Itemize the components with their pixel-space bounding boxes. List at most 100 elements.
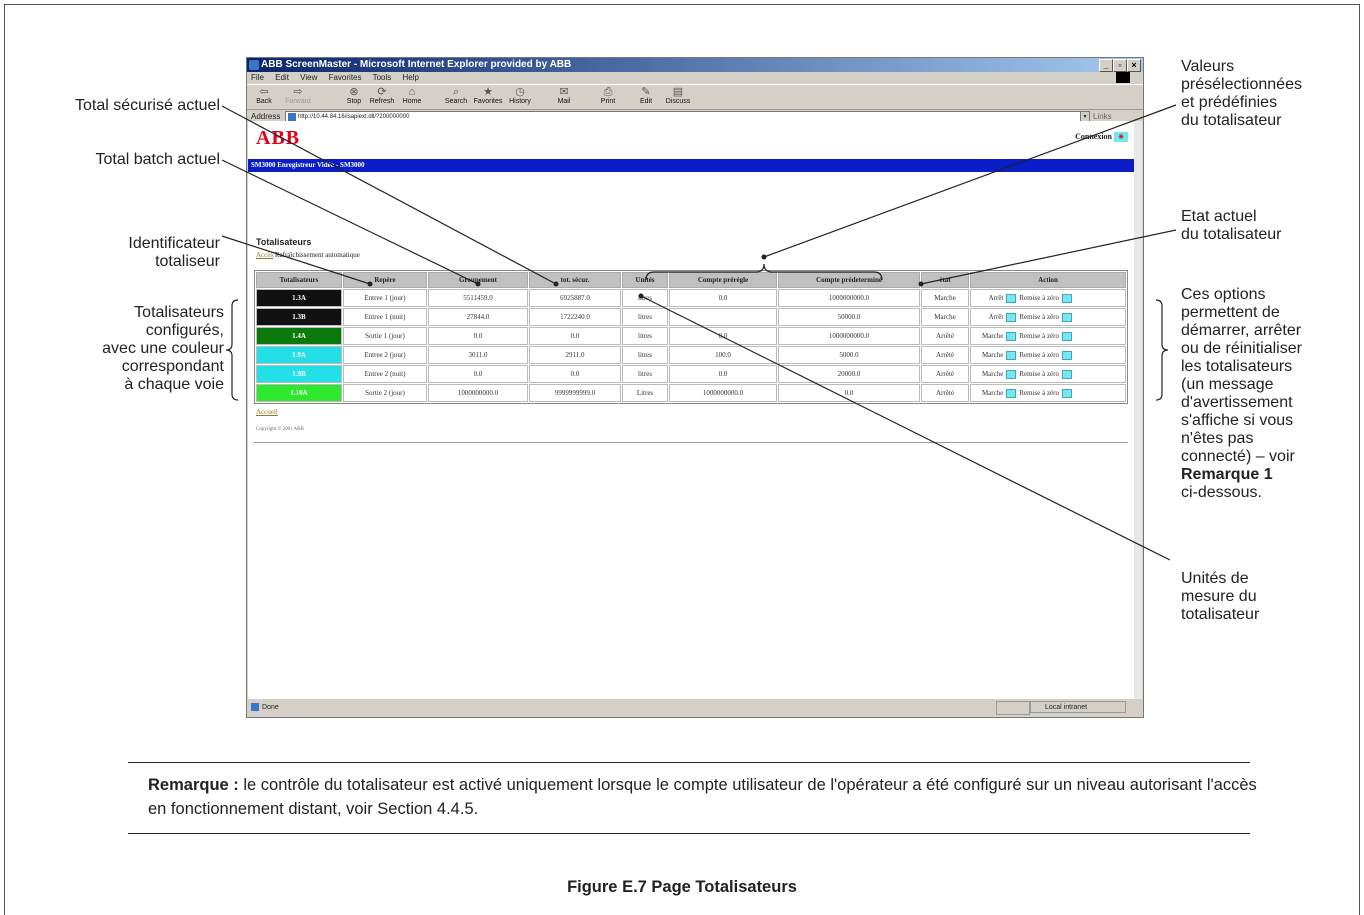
forward-button[interactable]: ⇨ Forward [283, 86, 313, 105]
predetermine-cell: 1000000000.0 [778, 289, 920, 307]
reset-button[interactable] [1062, 331, 1072, 341]
start-stop-button[interactable] [1006, 388, 1017, 398]
repere-cell: Sortie 2 (jour) [343, 384, 427, 402]
home-button[interactable]: ⌂ Home [397, 86, 427, 105]
note-rule-top [128, 762, 1250, 763]
totalisateur-id: 1.3A [256, 289, 342, 307]
status-text: Done [262, 704, 279, 711]
note-text: le contrôle du totalisateur est activé u… [148, 776, 1257, 818]
start-stop-label: Marche [981, 388, 1004, 397]
history-icon: ◷ [515, 86, 525, 98]
tot-securise-cell: 0.0 [529, 327, 621, 345]
start-stop-button[interactable] [1006, 369, 1017, 379]
scrollbar[interactable] [1134, 121, 1142, 699]
search-button[interactable]: ⌕ Search [441, 86, 471, 105]
col-header: état [921, 272, 969, 288]
edit-icon: ✎ [641, 86, 651, 98]
action-cell: Marche Remise à zéro [970, 365, 1126, 383]
print-icon: ⎙ [603, 86, 613, 98]
start-stop-button[interactable] [1006, 350, 1017, 360]
annotation-options: Ces options permettent de démarrer, arrê… [1181, 286, 1302, 501]
start-stop-button[interactable] [1006, 331, 1017, 341]
tot-securise-cell: 0.0 [529, 365, 621, 383]
reset-label: Remise à zéro [1019, 388, 1059, 397]
reset-button[interactable] [1062, 369, 1072, 379]
start-stop-button[interactable] [1006, 312, 1017, 322]
copyright: Copyright © 2001 ABB [256, 427, 304, 432]
menu-edit[interactable]: Edit [275, 73, 289, 82]
refresh-icon: ⟳ [377, 86, 387, 98]
annotation-unites: Unités de mesure du totalisateur [1181, 570, 1260, 623]
action-cell: Arrêt Remise à zéro [970, 308, 1126, 326]
maximize-button[interactable]: ▫ [1113, 59, 1127, 72]
reset-button[interactable] [1062, 388, 1072, 398]
status-bar: Done Local intranet [248, 700, 1142, 715]
acces-link[interactable]: Accès [256, 251, 273, 259]
etat-cell: Arrêté [921, 327, 969, 345]
reset-button[interactable] [1062, 312, 1072, 322]
action-cell: Arrêt Remise à zéro [970, 289, 1126, 307]
etat-cell: Arrêté [921, 365, 969, 383]
start-stop-label: Arrêt [988, 312, 1004, 321]
menu-help[interactable]: Help [403, 73, 419, 82]
predetermine-cell: 1000000000.0 [778, 327, 920, 345]
totalisateur-id: 1.3B [256, 308, 342, 326]
minimize-button[interactable]: _ [1099, 59, 1113, 72]
abb-logo: ABB [256, 127, 301, 149]
accueil-link[interactable]: Accueil [256, 408, 278, 416]
menu-file[interactable]: File [251, 73, 264, 82]
back-button[interactable]: ⇦ Back [249, 86, 279, 105]
predetermine-cell: 5000.0 [778, 346, 920, 364]
preregle-cell: 100.0 [669, 346, 777, 364]
reset-label: Remise à zéro [1019, 350, 1059, 359]
reset-button[interactable] [1062, 293, 1072, 303]
reset-label: Remise à zéro [1019, 293, 1059, 302]
start-stop-label: Marche [981, 369, 1004, 378]
unites-cell: litres [622, 327, 668, 345]
refresh-button[interactable]: ⟳ Refresh [367, 86, 397, 105]
reset-label: Remise à zéro [1019, 369, 1059, 378]
stop-button[interactable]: ⊗ Stop [339, 86, 369, 105]
print-button[interactable]: ⎙ Print [593, 86, 623, 105]
forward-icon: ⇨ [293, 86, 303, 98]
annotation-total-batch: Total batch actuel [95, 151, 220, 168]
preregle-cell: 1000000000.0 [669, 384, 777, 402]
sub-links: Accès Rafraîchissement automatique [256, 251, 360, 259]
etat-cell: Marche [921, 308, 969, 326]
close-button[interactable]: × [1127, 59, 1141, 72]
search-icon: ⌕ [452, 86, 460, 98]
action-cell: Marche Remise à zéro [970, 327, 1126, 345]
discuss-button[interactable]: ▤ Discuss [663, 86, 693, 105]
edit-button[interactable]: ✎ Edit [631, 86, 661, 105]
mail-icon: ✉ [559, 86, 569, 98]
reset-button[interactable] [1062, 350, 1072, 360]
remarque-note: Remarque : le contrôle du totalisateur e… [148, 773, 1258, 821]
mail-button[interactable]: ✉ Mail [549, 86, 579, 105]
window-title: ABB ScreenMaster - Microsoft Internet Ex… [261, 59, 572, 70]
browser-window: ABB ScreenMaster - Microsoft Internet Ex… [246, 57, 1144, 718]
page-title: Totalisateurs [256, 237, 312, 247]
col-header: Groupement [428, 272, 528, 288]
tot-securise-cell: 6925887.0 [529, 289, 621, 307]
favorites-button[interactable]: ★ Favorites [473, 86, 503, 105]
col-header: Unités [622, 272, 668, 288]
connexion-icon: ✳ [1114, 132, 1128, 143]
start-stop-button[interactable] [1006, 293, 1017, 303]
preregle-cell [669, 308, 777, 326]
menu-view[interactable]: View [300, 73, 317, 82]
preregle-cell: 0.0 [669, 289, 777, 307]
table-row: 1.4A Sortie 1 (jour) 0.0 0.0 litres 0.0 100000… [256, 327, 1126, 345]
action-cell: Marche Remise à zéro [970, 346, 1126, 364]
menu-tools[interactable]: Tools [373, 73, 392, 82]
connexion-link[interactable]: Connexion ✳ [1075, 132, 1128, 143]
col-header: Repère [343, 272, 427, 288]
etat-cell: Arrêté [921, 384, 969, 402]
col-header: Action [970, 272, 1126, 288]
etat-cell: Arrêté [921, 346, 969, 364]
history-button[interactable]: ◷ History [505, 86, 535, 105]
page-icon [251, 703, 259, 711]
menu-favorites[interactable]: Favorites [329, 73, 362, 82]
preregle-cell: 0.0 [669, 365, 777, 383]
groupement-cell: 0.0 [428, 327, 528, 345]
totalisateur-id: 1.4A [256, 327, 342, 345]
